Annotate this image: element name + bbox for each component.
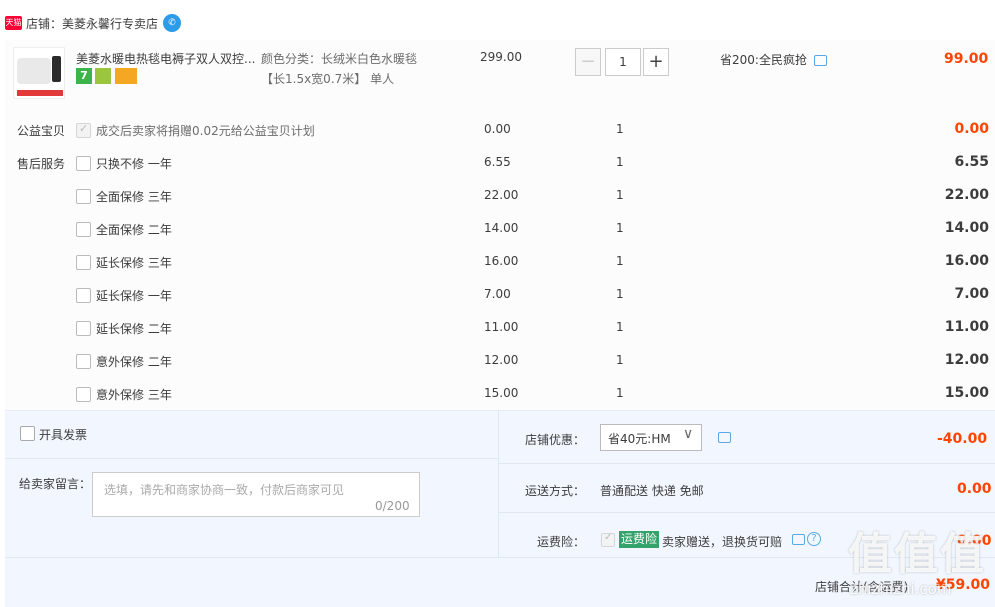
service-checkbox[interactable] bbox=[76, 222, 91, 237]
message-placeholder: 选填，请先和商家协商一致，付款后商家可见 bbox=[104, 483, 345, 497]
shop-name-link[interactable]: 店铺：美菱永馨行专卖店 bbox=[26, 15, 158, 32]
message-char-counter: 0/200 bbox=[375, 499, 410, 513]
service-quantity: 1 bbox=[616, 155, 624, 169]
service-checkbox[interactable] bbox=[76, 255, 91, 270]
service-section-label: 售后服务 bbox=[17, 157, 66, 171]
service-total: 6.55 bbox=[954, 154, 989, 170]
panel-divider bbox=[499, 512, 995, 513]
service-total: 11.00 bbox=[944, 319, 989, 335]
shipping-method: 普通配送 快递 免邮 bbox=[600, 484, 704, 498]
service-name: 延长保修 二年 bbox=[96, 322, 172, 336]
service-total: 0.00 bbox=[954, 121, 989, 137]
service-price: 6.55 bbox=[484, 155, 511, 169]
sku-size: 【长1.5x宽0.7米】 单人 bbox=[261, 72, 395, 86]
shop-coupon-amount: -40.00 bbox=[937, 431, 988, 447]
shipping-label: 运送方式： bbox=[525, 484, 586, 498]
promotion-comment-icon[interactable] bbox=[814, 55, 827, 66]
panel-divider bbox=[498, 410, 499, 558]
product-thumbnail[interactable] bbox=[13, 47, 65, 99]
service-price: 15.00 bbox=[484, 386, 519, 400]
coupon-comment-icon[interactable] bbox=[718, 432, 731, 443]
service-name: 全面保修 二年 bbox=[96, 223, 172, 237]
service-total: 15.00 bbox=[944, 385, 989, 401]
quantity-increase-button[interactable]: + bbox=[643, 48, 669, 76]
service-price: 11.00 bbox=[484, 320, 519, 334]
chevron-down-icon: ∨ bbox=[683, 426, 694, 442]
shop-header: 天猫 店铺：美菱永馨行专卖店 ✆ bbox=[0, 0, 995, 40]
service-quantity: 1 bbox=[616, 287, 624, 301]
service-checkbox[interactable] bbox=[76, 189, 91, 204]
item-subtotal: 99.00 bbox=[944, 51, 989, 67]
card-payment-icon bbox=[115, 68, 137, 84]
insurance-checkbox[interactable] bbox=[601, 532, 615, 547]
service-checkbox[interactable] bbox=[76, 387, 91, 402]
service-name: 全面保修 三年 bbox=[96, 190, 172, 204]
insurance-description: 卖家赠送，退换货可赔 bbox=[662, 535, 783, 549]
invoice-checkbox[interactable] bbox=[20, 426, 35, 441]
service-checkbox[interactable] bbox=[76, 156, 91, 171]
service-checkbox[interactable] bbox=[76, 288, 91, 303]
service-name: 意外保修 三年 bbox=[96, 388, 172, 402]
help-question-icon[interactable]: ? bbox=[807, 532, 821, 546]
service-total: 12.00 bbox=[944, 352, 989, 368]
service-price: 0.00 bbox=[484, 122, 511, 136]
size-tag-image bbox=[17, 90, 63, 96]
shipping-amount: 0.00 bbox=[957, 481, 992, 497]
service-quantity: 1 bbox=[616, 353, 624, 367]
service-quantity: 1 bbox=[616, 122, 624, 136]
blanket-image bbox=[17, 58, 51, 84]
service-total: 14.00 bbox=[944, 220, 989, 236]
site-watermark-logo: 值值值 bbox=[848, 529, 986, 580]
service-price: 22.00 bbox=[484, 188, 519, 202]
service-quantity: 1 bbox=[616, 221, 624, 235]
promotion-text: 省200:全民疯抢 bbox=[720, 53, 807, 67]
insurance-label: 运费险： bbox=[537, 535, 586, 549]
panel-divider bbox=[499, 463, 995, 464]
service-quantity: 1 bbox=[616, 320, 624, 334]
service-total: 7.00 bbox=[954, 286, 989, 302]
wangwang-chat-icon[interactable]: ✆ bbox=[163, 14, 181, 32]
sku-color: 颜色分类：长绒米白色水暖毯 bbox=[261, 52, 418, 66]
message-label: 给卖家留言： bbox=[19, 477, 92, 491]
service-name: 延长保修 一年 bbox=[96, 289, 172, 303]
service-price: 12.00 bbox=[484, 353, 519, 367]
quantity-input[interactable]: 1 bbox=[605, 48, 641, 76]
shop-coupon-value: 省40元:HM bbox=[608, 432, 671, 446]
service-name: 意外保修 二年 bbox=[96, 355, 172, 369]
site-watermark-url: zhizhizhi.com bbox=[850, 580, 952, 598]
service-quantity: 1 bbox=[616, 188, 624, 202]
insurance-badge: 运费险 bbox=[619, 531, 660, 548]
service-name: 延长保修 三年 bbox=[96, 256, 172, 270]
authentic-guarantee-icon bbox=[95, 68, 111, 84]
seven-day-return-icon: 7 bbox=[76, 68, 92, 84]
unit-price: 299.00 bbox=[480, 50, 522, 64]
invoice-label: 开具发票 bbox=[39, 428, 88, 442]
controller-image bbox=[52, 56, 61, 82]
service-name: 成交后卖家将捐赠0.02元给公益宝贝计划 bbox=[96, 124, 315, 138]
service-name: 只换不修 一年 bbox=[96, 157, 172, 171]
service-section-label: 公益宝贝 bbox=[17, 124, 66, 138]
shop-coupon-label: 店铺优惠： bbox=[525, 433, 586, 447]
service-price: 7.00 bbox=[484, 287, 511, 301]
service-total: 16.00 bbox=[944, 253, 989, 269]
service-checkbox[interactable] bbox=[76, 122, 91, 138]
service-price: 16.00 bbox=[484, 254, 519, 268]
quantity-stepper: − 1 + bbox=[575, 48, 671, 76]
service-quantity: 1 bbox=[616, 254, 624, 268]
service-quantity: 1 bbox=[616, 386, 624, 400]
tmall-badge: 天猫 bbox=[5, 16, 22, 30]
product-title-link[interactable]: 美菱水暖电热毯电褥子双人双控... bbox=[76, 50, 255, 67]
panel-divider bbox=[5, 557, 995, 558]
service-checkbox[interactable] bbox=[76, 321, 91, 336]
insurance-comment-icon[interactable] bbox=[792, 534, 805, 545]
quantity-decrease-button[interactable]: − bbox=[575, 48, 601, 76]
service-checkbox[interactable] bbox=[76, 354, 91, 369]
service-total: 22.00 bbox=[944, 187, 989, 203]
panel-divider bbox=[5, 458, 498, 459]
service-price: 14.00 bbox=[484, 221, 519, 235]
